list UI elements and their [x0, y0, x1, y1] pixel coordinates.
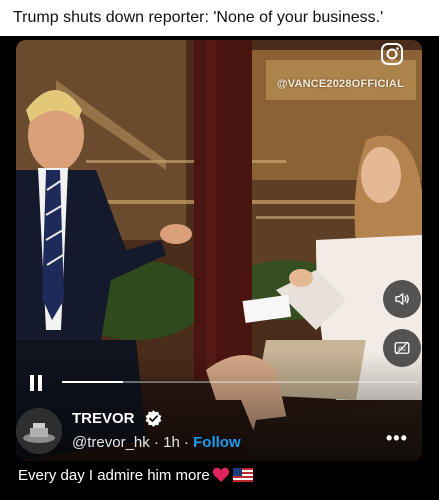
more-icon[interactable]: •••: [386, 428, 408, 449]
video-progress-fill: [62, 381, 123, 383]
meta-separator: ·: [183, 434, 189, 451]
video-watermark: @VANCE2028OFFICIAL: [276, 78, 404, 90]
instagram-icon: [380, 42, 404, 66]
follow-button[interactable]: Follow: [193, 434, 241, 451]
author-meta: @trevor_hk · 1h · Follow: [72, 434, 241, 451]
captions-button[interactable]: CC: [383, 329, 421, 367]
author-name[interactable]: TREVOR: [72, 410, 135, 427]
author-handle[interactable]: @trevor_hk: [72, 434, 150, 451]
page: Trump shuts down reporter: 'None of your…: [0, 0, 439, 500]
video-player[interactable]: @VANCE2028OFFICIAL CC TREVOR @trevor_hk …: [16, 40, 422, 461]
post-caption: Every day I admire him more: [18, 466, 253, 484]
pause-button[interactable]: [27, 373, 47, 393]
us-flag-icon: [232, 468, 253, 482]
video-progress-bar[interactable]: [62, 381, 418, 383]
post-title: Trump shuts down reporter: 'None of your…: [13, 9, 384, 26]
pause-icon: [30, 375, 42, 391]
caption-text: Every day I admire him more: [18, 467, 210, 484]
verified-badge-icon: [144, 409, 163, 428]
closed-captions-icon: CC: [394, 341, 410, 355]
volume-button[interactable]: [383, 280, 421, 318]
avatar[interactable]: [16, 408, 62, 454]
heart-icon: [212, 467, 229, 482]
post-age: 1h: [163, 434, 180, 451]
meta-separator: ·: [153, 434, 159, 451]
speaker-icon: [395, 293, 409, 305]
post-title-bar: Trump shuts down reporter: 'None of your…: [0, 0, 439, 36]
